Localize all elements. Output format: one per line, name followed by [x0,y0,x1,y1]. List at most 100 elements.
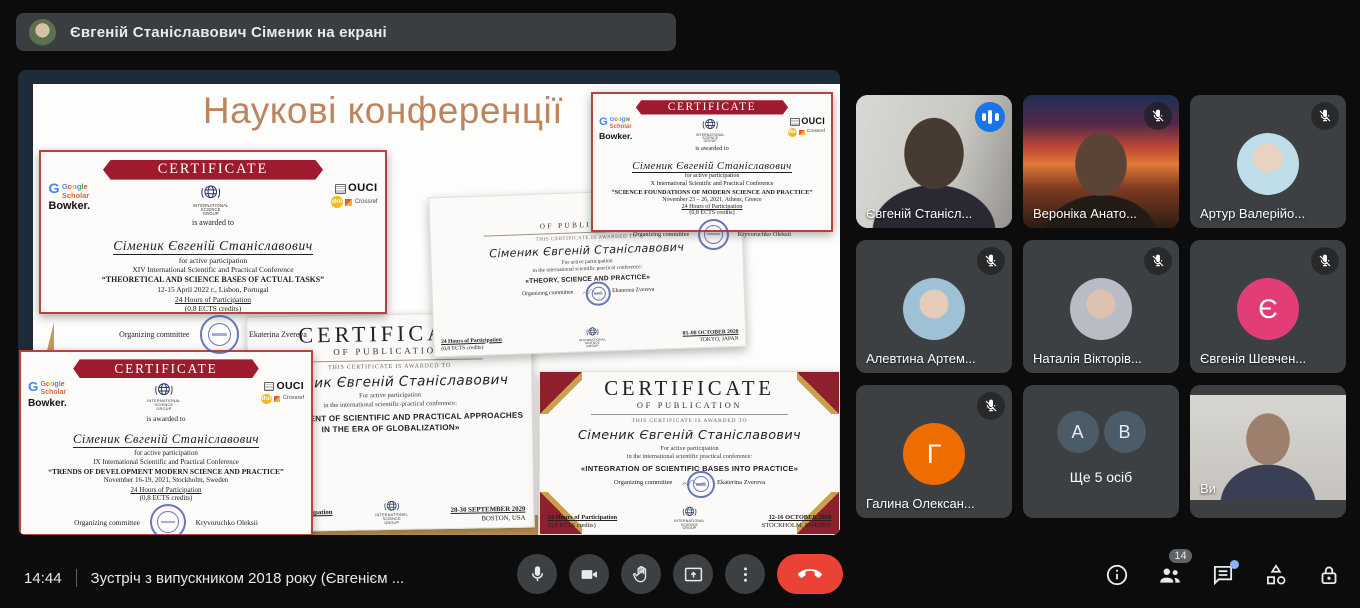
mic-off-icon [1311,102,1339,130]
isg-logo: INTERNATIONAL SCIENCE GROUP [375,498,409,525]
info-button[interactable] [1104,562,1130,588]
signature [578,285,607,299]
clock-time: 14:44 [24,570,62,587]
ouci-doi-crossref-logo: OUCI doi Crossref [788,117,825,137]
certificate-lisbon: CERTIFICATE G Google Scholar Bowker. INT… [39,150,387,314]
presentation-slide: Наукові конференції CERTIFICATE OF PUBLI… [33,84,840,535]
participant-tile-alevtyna[interactable]: Алевтина Артем... [856,240,1012,373]
call-controls [517,554,843,594]
certificate-heading: CERTIFICATE [636,100,788,114]
participant-tile-nataliia[interactable]: Наталія Вікторів... [1023,240,1179,373]
participant-name: Галина Олексан... [866,496,975,511]
mic-off-icon [1144,247,1172,275]
camera-button[interactable] [569,554,609,594]
google-scholar-bowker-logo: G Google Scholar Bowker. [599,117,632,141]
participant-name: Євгенія Шевчен... [1200,351,1306,366]
presenter-avatar [29,19,56,46]
awardee-name: Сіменик Євгеній Станіславович [73,432,259,448]
stamp [200,315,239,354]
end-call-icon [798,562,822,586]
participant-tile-you[interactable]: Ви [1190,385,1346,518]
stamp [150,504,186,535]
stamp [687,471,715,499]
presenting-banner-text: Євгеній Станіславович Сіменик на екрані [70,24,387,41]
participant-name: Ви [1200,481,1216,496]
mic-icon [527,564,548,585]
host-controls-button[interactable] [1316,562,1342,588]
participant-name: Євгеній Станісл... [866,206,972,221]
participant-tile-artur[interactable]: Артур Валерійо... [1190,95,1346,228]
awarded-label: THIS CERTIFICATE IS AWARDED TO [540,418,839,424]
isg-logo: INTERNATIONAL SCIENCE GROUP [578,325,606,348]
certificate-heading: CERTIFICATE [73,359,259,378]
mic-off-icon [977,392,1005,420]
divider [76,569,77,587]
avatar [1070,278,1132,340]
overflow-avatar: A [1057,411,1099,453]
stamp [698,219,730,251]
info-icon [1104,562,1130,588]
host-controls-lock-icon [1316,562,1342,588]
activities-button[interactable] [1263,562,1289,588]
screen-share-tile[interactable]: Наукові конференції CERTIFICATE OF PUBLI… [18,70,840,535]
meeting-info: 14:44 Зустріч з випускником 2018 року (Є… [24,569,404,587]
isg-logo: INTERNATIONAL SCIENCE GROUP [674,505,706,530]
signature [678,476,711,490]
mic-off-icon [1311,247,1339,275]
mic-button[interactable] [517,554,557,594]
conference-title: “SCIENCE FOUNDATIONS OF MODERN SCIENCE A… [593,189,831,197]
isg-logo: INTERNATIONAL SCIENCE GROUP [192,183,229,216]
presenting-banner: Євгеній Станіславович Сіменик на екрані [16,13,676,51]
participant-tile-veronika[interactable]: Вероніка Анато... [1023,95,1179,228]
awardee-name: Сіменик Євгеній Станіславович [113,238,312,255]
participant-tile-yevheniia[interactable]: Є Євгенія Шевчен... [1190,240,1346,373]
isg-logo: INTERNATIONAL SCIENCE GROUP [695,117,725,143]
people-icon [1157,562,1183,588]
participant-name: Алевтина Артем... [866,351,976,366]
meeting-title: Зустріч з випускником 2018 року (Євгеніє… [91,570,405,587]
activities-icon [1263,562,1289,588]
meet-window: Євгеній Станіславович Сіменик на екрані … [0,0,1360,608]
participant-name: Наталія Вікторів... [1033,351,1142,366]
unread-chat-dot [1230,560,1239,569]
end-call-button[interactable] [777,554,843,594]
avatar-initial: Є [1237,278,1299,340]
participant-grid: Євгеній Станісл... Вероніка Анато... Арт… [856,95,1346,518]
conference-title: “THEORETICAL AND SCIENCE BASES OF ACTUAL… [41,275,385,285]
slide-title: Наукові конференції [153,90,613,132]
certificate-subheading: OF PUBLICATION [540,401,839,410]
participant-name: Артур Валерійо... [1200,206,1305,221]
google-scholar-bowker-logo: G Google Scholar Bowker. [49,183,91,213]
overflow-tile-more-people[interactable]: A B Ще 5 осіб [1023,385,1179,518]
right-controls: 14 [1104,562,1342,588]
mic-off-icon [1144,102,1172,130]
mic-off-icon [977,247,1005,275]
more-options-button[interactable] [725,554,765,594]
stamp [586,281,612,307]
certificate-trends: CERTIFICATE G Google Scholar Bowker. INT… [19,350,313,535]
conference-title: “TRENDS OF DEVELOPMENT MODERN SCIENCE AN… [21,467,311,476]
speaking-indicator-icon [975,102,1005,132]
awardee-name: Сіменик Євгеній Станіславович [540,428,839,443]
awardee-name: Сіменик Євгеній Станіславович [632,160,792,173]
raise-hand-button[interactable] [621,554,661,594]
avatar [903,278,965,340]
avatar [1237,133,1299,195]
certificate-heading: CERTIFICATE [103,160,323,180]
avatar-initial: Г [903,423,965,485]
raise-hand-icon [631,564,652,585]
conference-title: «INTEGRATION OF SCIENTIFIC BASES INTO PR… [545,464,835,474]
present-screen-button[interactable] [673,554,713,594]
ouci-doi-crossref-logo: OUCI doi Crossref [261,381,304,404]
chat-button[interactable] [1210,562,1236,588]
people-button[interactable]: 14 [1157,562,1183,588]
participant-count-badge: 14 [1169,549,1192,563]
participant-tile-yevhenii[interactable]: Євгеній Станісл... [856,95,1012,228]
participant-name: Вероніка Анато... [1033,206,1137,221]
participant-tile-halyna[interactable]: Г Галина Олексан... [856,385,1012,518]
overflow-label: Ще 5 осіб [1023,469,1179,485]
isg-logo: INTERNATIONAL SCIENCE GROUP [147,381,182,411]
overflow-avatar: B [1104,411,1146,453]
certificate-heading: CERTIFICATE [540,378,839,400]
more-options-icon [735,564,756,585]
